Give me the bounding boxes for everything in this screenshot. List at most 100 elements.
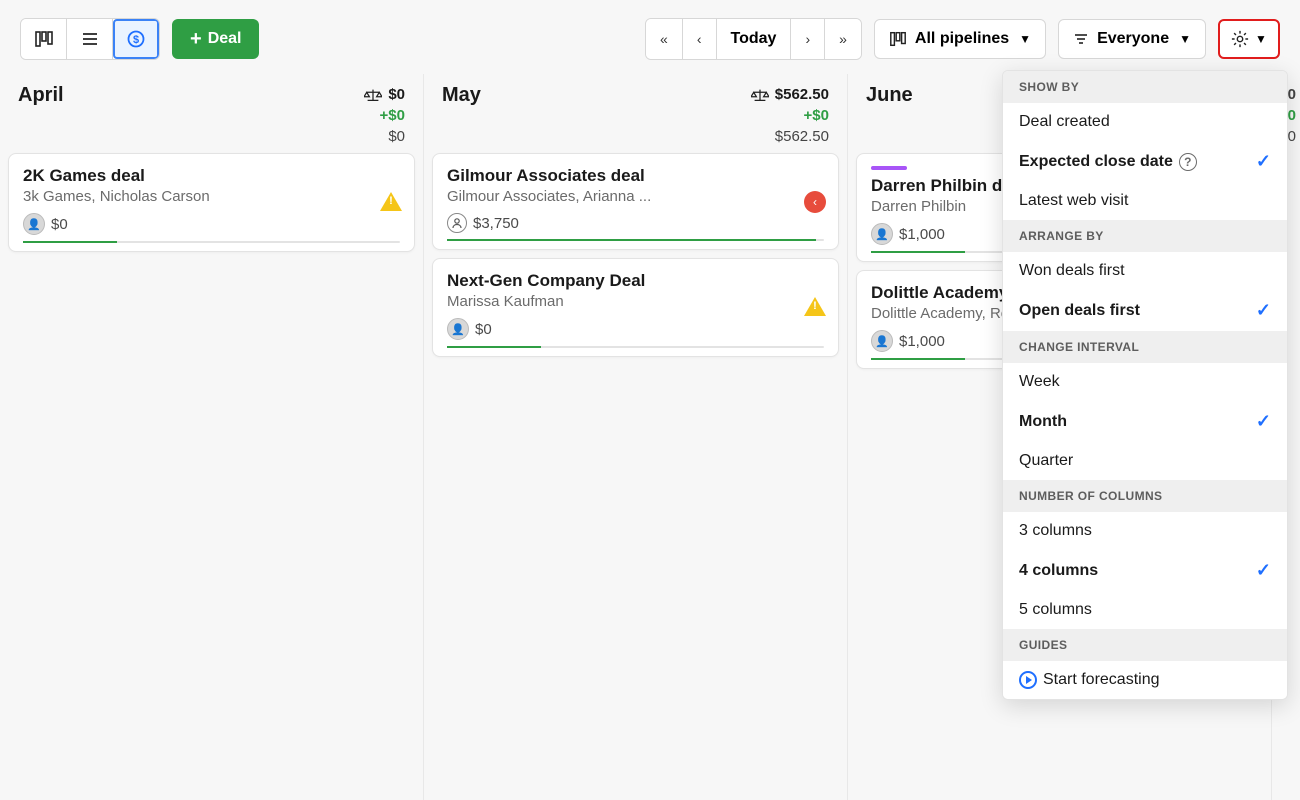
- column-summary: $562.50 +$0 $562.50: [751, 84, 829, 147]
- forecast-column: April $0 +$0 $0 2K Games deal 3k Games, …: [0, 74, 424, 800]
- caret-down-icon: ▼: [1179, 32, 1191, 46]
- check-icon: ✓: [1256, 300, 1271, 321]
- settings-option-expected-close-date[interactable]: Expected close date ? ✓: [1003, 141, 1287, 182]
- column-total-value: $562.50: [751, 126, 829, 147]
- column-summary: 0 0 0: [1288, 84, 1296, 147]
- nav-today-button[interactable]: Today: [717, 19, 792, 59]
- caret-down-icon: ▼: [1255, 32, 1267, 46]
- settings-option-quarter[interactable]: Quarter: [1003, 442, 1287, 480]
- forecast-column: May $562.50 +$0 $562.50 Gilmour Associat…: [424, 74, 848, 800]
- deal-amount: $0: [51, 216, 68, 233]
- nav-next-button[interactable]: ›: [791, 19, 825, 59]
- date-navigation: « ‹ Today › »: [645, 18, 862, 60]
- dropdown-section-header: NUMBER OF COLUMNS: [1003, 480, 1287, 512]
- filter-icon: [1073, 31, 1089, 47]
- warning-icon: [380, 192, 402, 214]
- settings-option-start-forecasting[interactable]: Start forecasting: [1003, 661, 1287, 699]
- deal-subtitle: Gilmour Associates, Arianna ...: [447, 188, 824, 205]
- avatar: 👤: [871, 223, 893, 245]
- settings-option-latest-web-visit[interactable]: Latest web visit: [1003, 182, 1287, 220]
- column-delta-value: +$0: [751, 105, 829, 126]
- deal-card[interactable]: 2K Games deal 3k Games, Nicholas Carson …: [8, 153, 415, 252]
- column-header: May $562.50 +$0 $562.50: [424, 74, 847, 153]
- column-title: June: [866, 84, 913, 147]
- column-forecast-value: $562.50: [775, 84, 829, 105]
- settings-option-4-columns[interactable]: 4 columns✓: [1003, 550, 1287, 591]
- deal-amount: $3,750: [473, 215, 519, 232]
- settings-option-5-columns[interactable]: 5 columns: [1003, 591, 1287, 629]
- dropdown-section-header: CHANGE INTERVAL: [1003, 331, 1287, 363]
- column-delta-value: 0: [1288, 105, 1296, 126]
- nav-prev-button[interactable]: ‹: [683, 19, 717, 59]
- column-forecast-value: 0: [1288, 84, 1296, 105]
- settings-button[interactable]: ▼: [1218, 19, 1280, 59]
- avatar: 👤: [23, 213, 45, 235]
- caret-down-icon: ▼: [1019, 32, 1031, 46]
- owner-filter-button[interactable]: Everyone ▼: [1058, 19, 1206, 59]
- avatar: 👤: [447, 318, 469, 340]
- dropdown-section-header: ARRANGE BY: [1003, 220, 1287, 252]
- column-title: April: [18, 84, 64, 147]
- add-deal-label: Deal: [208, 30, 242, 48]
- column-header: April $0 +$0 $0: [0, 74, 423, 153]
- chevron-double-right-icon: »: [839, 31, 847, 47]
- check-icon: ✓: [1256, 151, 1271, 172]
- dropdown-section-header: GUIDES: [1003, 629, 1287, 661]
- chevron-right-icon: ›: [805, 31, 810, 47]
- deal-subtitle: 3k Games, Nicholas Carson: [23, 188, 400, 205]
- overdue-icon: ‹: [804, 191, 826, 213]
- settings-dropdown: SHOW BY Deal created Expected close date…: [1002, 70, 1288, 700]
- svg-text:$: $: [133, 34, 139, 46]
- forecast-view-button[interactable]: $: [113, 19, 159, 59]
- scale-icon: [364, 88, 382, 102]
- help-icon[interactable]: ?: [1179, 153, 1197, 171]
- deal-amount: $1,000: [899, 333, 945, 350]
- deal-title: Gilmour Associates deal: [447, 166, 824, 186]
- deal-amount: $1,000: [899, 226, 945, 243]
- kanban-view-button[interactable]: [21, 19, 67, 59]
- person-icon: [447, 213, 467, 233]
- settings-option-won-deals-first[interactable]: Won deals first: [1003, 252, 1287, 290]
- add-deal-button[interactable]: + Deal: [172, 19, 259, 59]
- owner-filter-label: Everyone: [1097, 30, 1169, 48]
- forecast-icon: $: [126, 29, 146, 49]
- deal-card[interactable]: Gilmour Associates deal Gilmour Associat…: [432, 153, 839, 250]
- deal-tag: [871, 166, 907, 170]
- avatar: 👤: [871, 330, 893, 352]
- deal-amount: $0: [475, 321, 492, 338]
- settings-option-deal-created[interactable]: Deal created: [1003, 103, 1287, 141]
- pipeline-icon: [889, 30, 907, 48]
- deal-card[interactable]: Next-Gen Company Deal Marissa Kaufman 👤 …: [432, 258, 839, 357]
- view-toggle-group: $: [20, 18, 160, 60]
- dropdown-section-header: SHOW BY: [1003, 71, 1287, 103]
- check-icon: ✓: [1256, 411, 1271, 432]
- column-forecast-value: $0: [388, 84, 405, 105]
- settings-option-3-columns[interactable]: 3 columns: [1003, 512, 1287, 550]
- toolbar: $ + Deal « ‹ Today › » All pipelines ▼ E…: [0, 0, 1300, 74]
- list-icon: [80, 29, 100, 49]
- settings-option-month[interactable]: Month✓: [1003, 401, 1287, 442]
- warning-icon: [804, 297, 826, 319]
- nav-first-button[interactable]: «: [646, 19, 683, 59]
- column-total-value: 0: [1288, 126, 1296, 147]
- check-icon: ✓: [1256, 560, 1271, 581]
- play-icon: [1019, 671, 1037, 689]
- deal-title: 2K Games deal: [23, 166, 400, 186]
- nav-today-label: Today: [731, 30, 777, 48]
- pipeline-filter-label: All pipelines: [915, 30, 1009, 48]
- list-view-button[interactable]: [67, 19, 113, 59]
- deal-title: Next-Gen Company Deal: [447, 271, 824, 291]
- settings-option-open-deals-first[interactable]: Open deals first✓: [1003, 290, 1287, 331]
- gear-icon: [1231, 30, 1249, 48]
- nav-last-button[interactable]: »: [825, 19, 861, 59]
- scale-icon: [751, 88, 769, 102]
- pipeline-filter-button[interactable]: All pipelines ▼: [874, 19, 1046, 59]
- deal-subtitle: Marissa Kaufman: [447, 293, 824, 310]
- kanban-icon: [34, 29, 54, 49]
- settings-option-week[interactable]: Week: [1003, 363, 1287, 401]
- column-total-value: $0: [364, 126, 405, 147]
- column-summary: $0 +$0 $0: [364, 84, 405, 147]
- column-title: May: [442, 84, 481, 147]
- chevron-double-left-icon: «: [660, 31, 668, 47]
- chevron-left-icon: ‹: [697, 31, 702, 47]
